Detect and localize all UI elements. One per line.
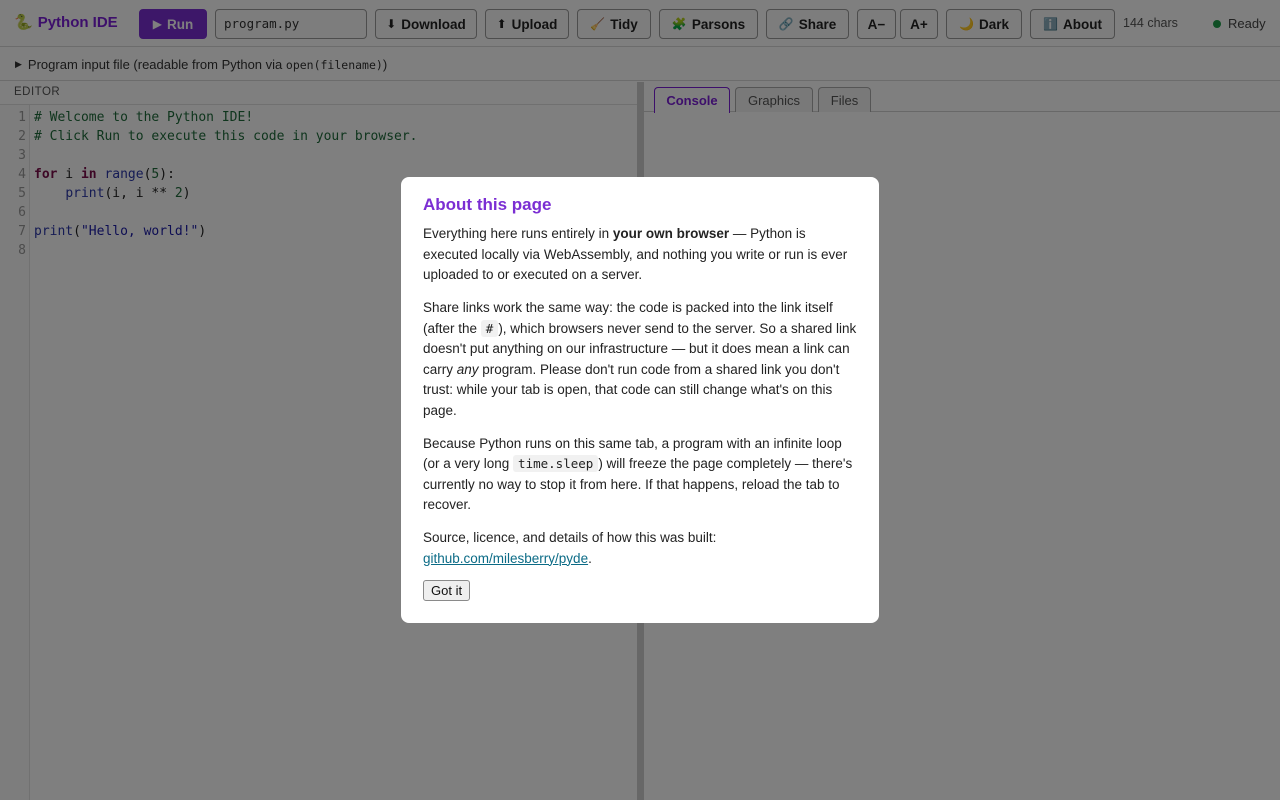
about-dialog-title: About this page [423,195,552,214]
about-dialog: About this page Everything here runs ent… [401,177,879,623]
about-p1-bold: your own browser [612,226,730,241]
about-p1-text: Everything here runs entirely in [423,226,613,241]
about-p2-code: # [480,319,499,337]
about-p3-code: time.sleep [513,455,599,472]
about-paragraph-share: Share links work the same way: the code … [423,298,857,421]
about-p4-period: . [588,550,592,566]
about-p4-text: Source, licence, and details of how this… [423,530,717,545]
about-paragraph-browser: Everything here runs entirely in your ow… [423,224,857,286]
about-paragraph-freeze: Because Python runs on this same tab, a … [423,434,857,516]
about-paragraph-source: Source, licence, and details of how this… [423,528,857,569]
about-p2-emphasis: any [456,361,479,377]
about-p2-text-end: program. Please don't run code from a sh… [423,361,840,418]
github-link[interactable]: github.com/milesberry/pyde [423,551,588,566]
got-it-button[interactable]: Got it [423,579,471,601]
